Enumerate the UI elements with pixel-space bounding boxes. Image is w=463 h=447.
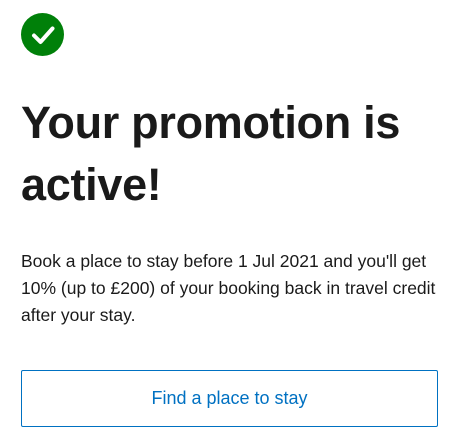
promotion-description: Book a place to stay before 1 Jul 2021 a… [21, 251, 436, 325]
page-title: Your promotion is active! [21, 97, 401, 210]
checkmark-icon [31, 26, 54, 44]
check-circle-icon [21, 13, 64, 56]
find-place-to-stay-button[interactable]: Find a place to stay [21, 370, 438, 427]
